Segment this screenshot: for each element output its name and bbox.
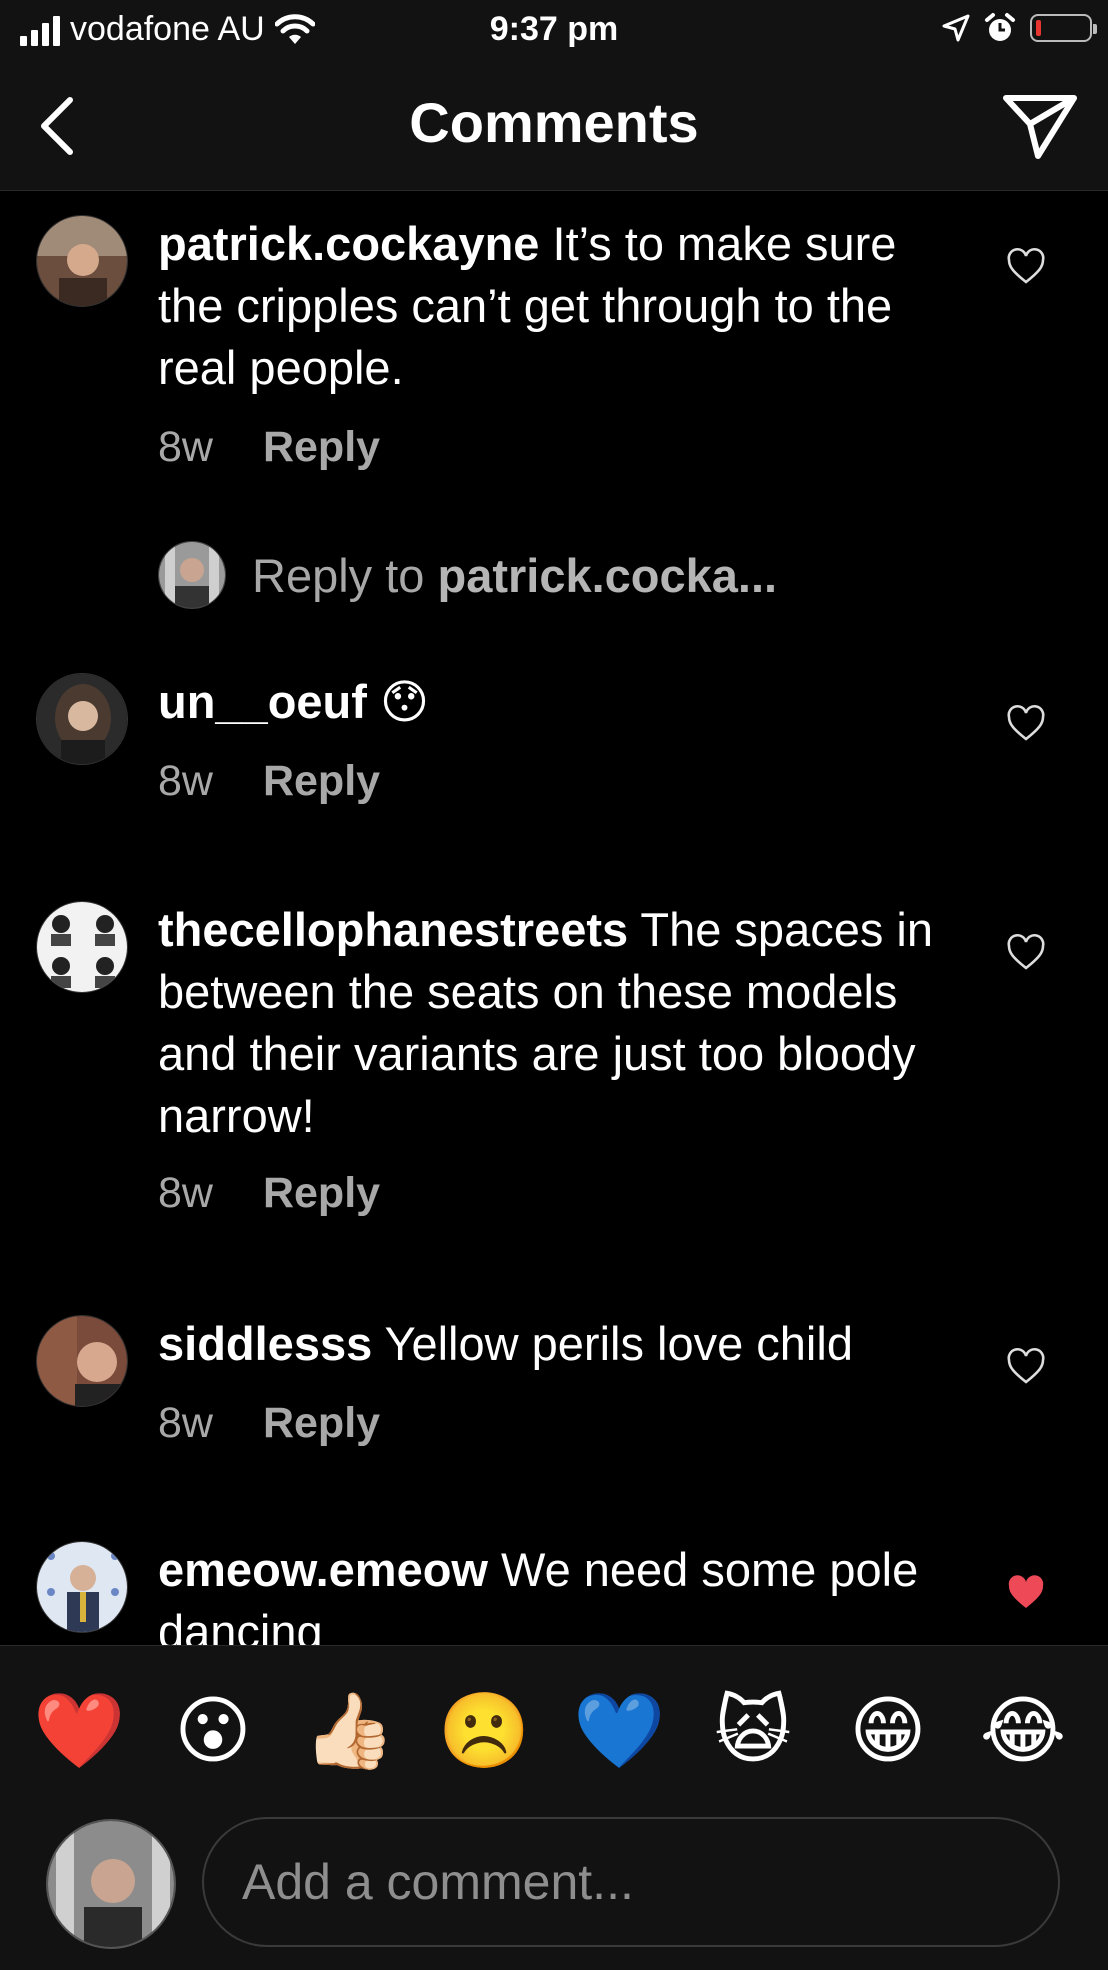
avatar[interactable] xyxy=(36,901,128,993)
comment-age: 8w xyxy=(158,757,213,805)
direct-message-icon[interactable] xyxy=(998,86,1082,166)
comment-meta: 8w Reply xyxy=(158,757,380,806)
heart-icon[interactable] xyxy=(1006,704,1046,744)
reaction-frown[interactable]: ☹️ xyxy=(438,1686,530,1776)
reply-to-text: Reply to patrick.cocka... xyxy=(252,548,778,602)
comment-text: siddlesss Yellow perils love child xyxy=(158,1313,958,1375)
location-arrow-icon xyxy=(942,14,970,42)
current-user-avatar xyxy=(46,1819,176,1949)
avatar xyxy=(158,541,226,609)
heart-icon[interactable] xyxy=(1006,247,1046,287)
comment-age: 8w xyxy=(158,1169,213,1217)
comment-input[interactable]: Add a comment... xyxy=(202,1817,1060,1947)
reaction-scream-cat[interactable]: 🙀 xyxy=(708,1686,798,1776)
status-bar: vodafone AU 9:37 pm xyxy=(0,0,1108,62)
reaction-surprised[interactable]: 😮 xyxy=(168,1686,258,1776)
comment-age: 8w xyxy=(158,1399,213,1447)
reply-button[interactable]: Reply xyxy=(263,757,380,806)
comment-text: thecellophanestreets The spaces in betwe… xyxy=(158,899,958,1147)
comment-text: un__oeuf 😯 xyxy=(158,671,958,733)
comment-username[interactable]: siddlesss xyxy=(158,1317,372,1370)
avatar[interactable] xyxy=(36,1541,128,1633)
comment-text: patrick.cockayne It’s to make sure the c… xyxy=(158,213,958,399)
heart-icon[interactable] xyxy=(1006,1347,1046,1387)
alarm-icon xyxy=(985,13,1015,41)
heart-filled-icon[interactable] xyxy=(1006,1573,1046,1613)
reaction-grin[interactable]: 😁 xyxy=(843,1686,933,1776)
reply-button[interactable]: Reply xyxy=(263,423,380,472)
quick-reactions-bar: ❤️ 😮 👍🏻 ☹️ 💙 🙀 😁 😂 xyxy=(0,1645,1108,1806)
reaction-blue-heart[interactable]: 💙 xyxy=(573,1686,665,1776)
reaction-thumbs-up[interactable]: 👍🏻 xyxy=(303,1686,395,1776)
avatar[interactable] xyxy=(36,215,128,307)
reply-button[interactable]: Reply xyxy=(263,1169,380,1218)
comment-username[interactable]: thecellophanestreets xyxy=(158,903,628,956)
comment-meta: 8w Reply xyxy=(158,1169,380,1218)
reaction-laugh-tears[interactable]: 😂 xyxy=(978,1686,1068,1776)
page-title: Comments xyxy=(409,91,699,154)
comment-username[interactable]: emeow.emeow xyxy=(158,1543,488,1596)
reply-to-username: patrick.cocka... xyxy=(437,548,778,602)
comment-meta: 8w Reply xyxy=(158,423,380,472)
comments-header: Comments xyxy=(0,62,1108,191)
status-right xyxy=(942,12,1097,44)
comment-list[interactable]: patrick.cockayne It’s to make sure the c… xyxy=(0,191,1108,1645)
comment-username[interactable]: un__oeuf xyxy=(158,675,367,728)
reaction-red-heart[interactable]: ❤️ xyxy=(33,1686,125,1776)
battery-icon xyxy=(1030,14,1097,42)
reply-to-prompt[interactable]: Reply to patrick.cocka... xyxy=(158,541,777,609)
avatar[interactable] xyxy=(36,1315,128,1407)
comment-username[interactable]: patrick.cockayne xyxy=(158,217,539,270)
comment-composer: Add a comment... xyxy=(0,1805,1108,1970)
reply-button[interactable]: Reply xyxy=(263,1399,380,1448)
comment-meta: 8w Reply xyxy=(158,1399,380,1448)
comment-message: 😯 xyxy=(366,675,429,728)
avatar[interactable] xyxy=(36,673,128,765)
comment-age: 8w xyxy=(158,423,213,471)
comment-text: emeow.emeow We need some pole dancing xyxy=(158,1539,958,1645)
comment-message: Yellow perils love child xyxy=(372,1317,853,1370)
heart-icon[interactable] xyxy=(1006,933,1046,973)
